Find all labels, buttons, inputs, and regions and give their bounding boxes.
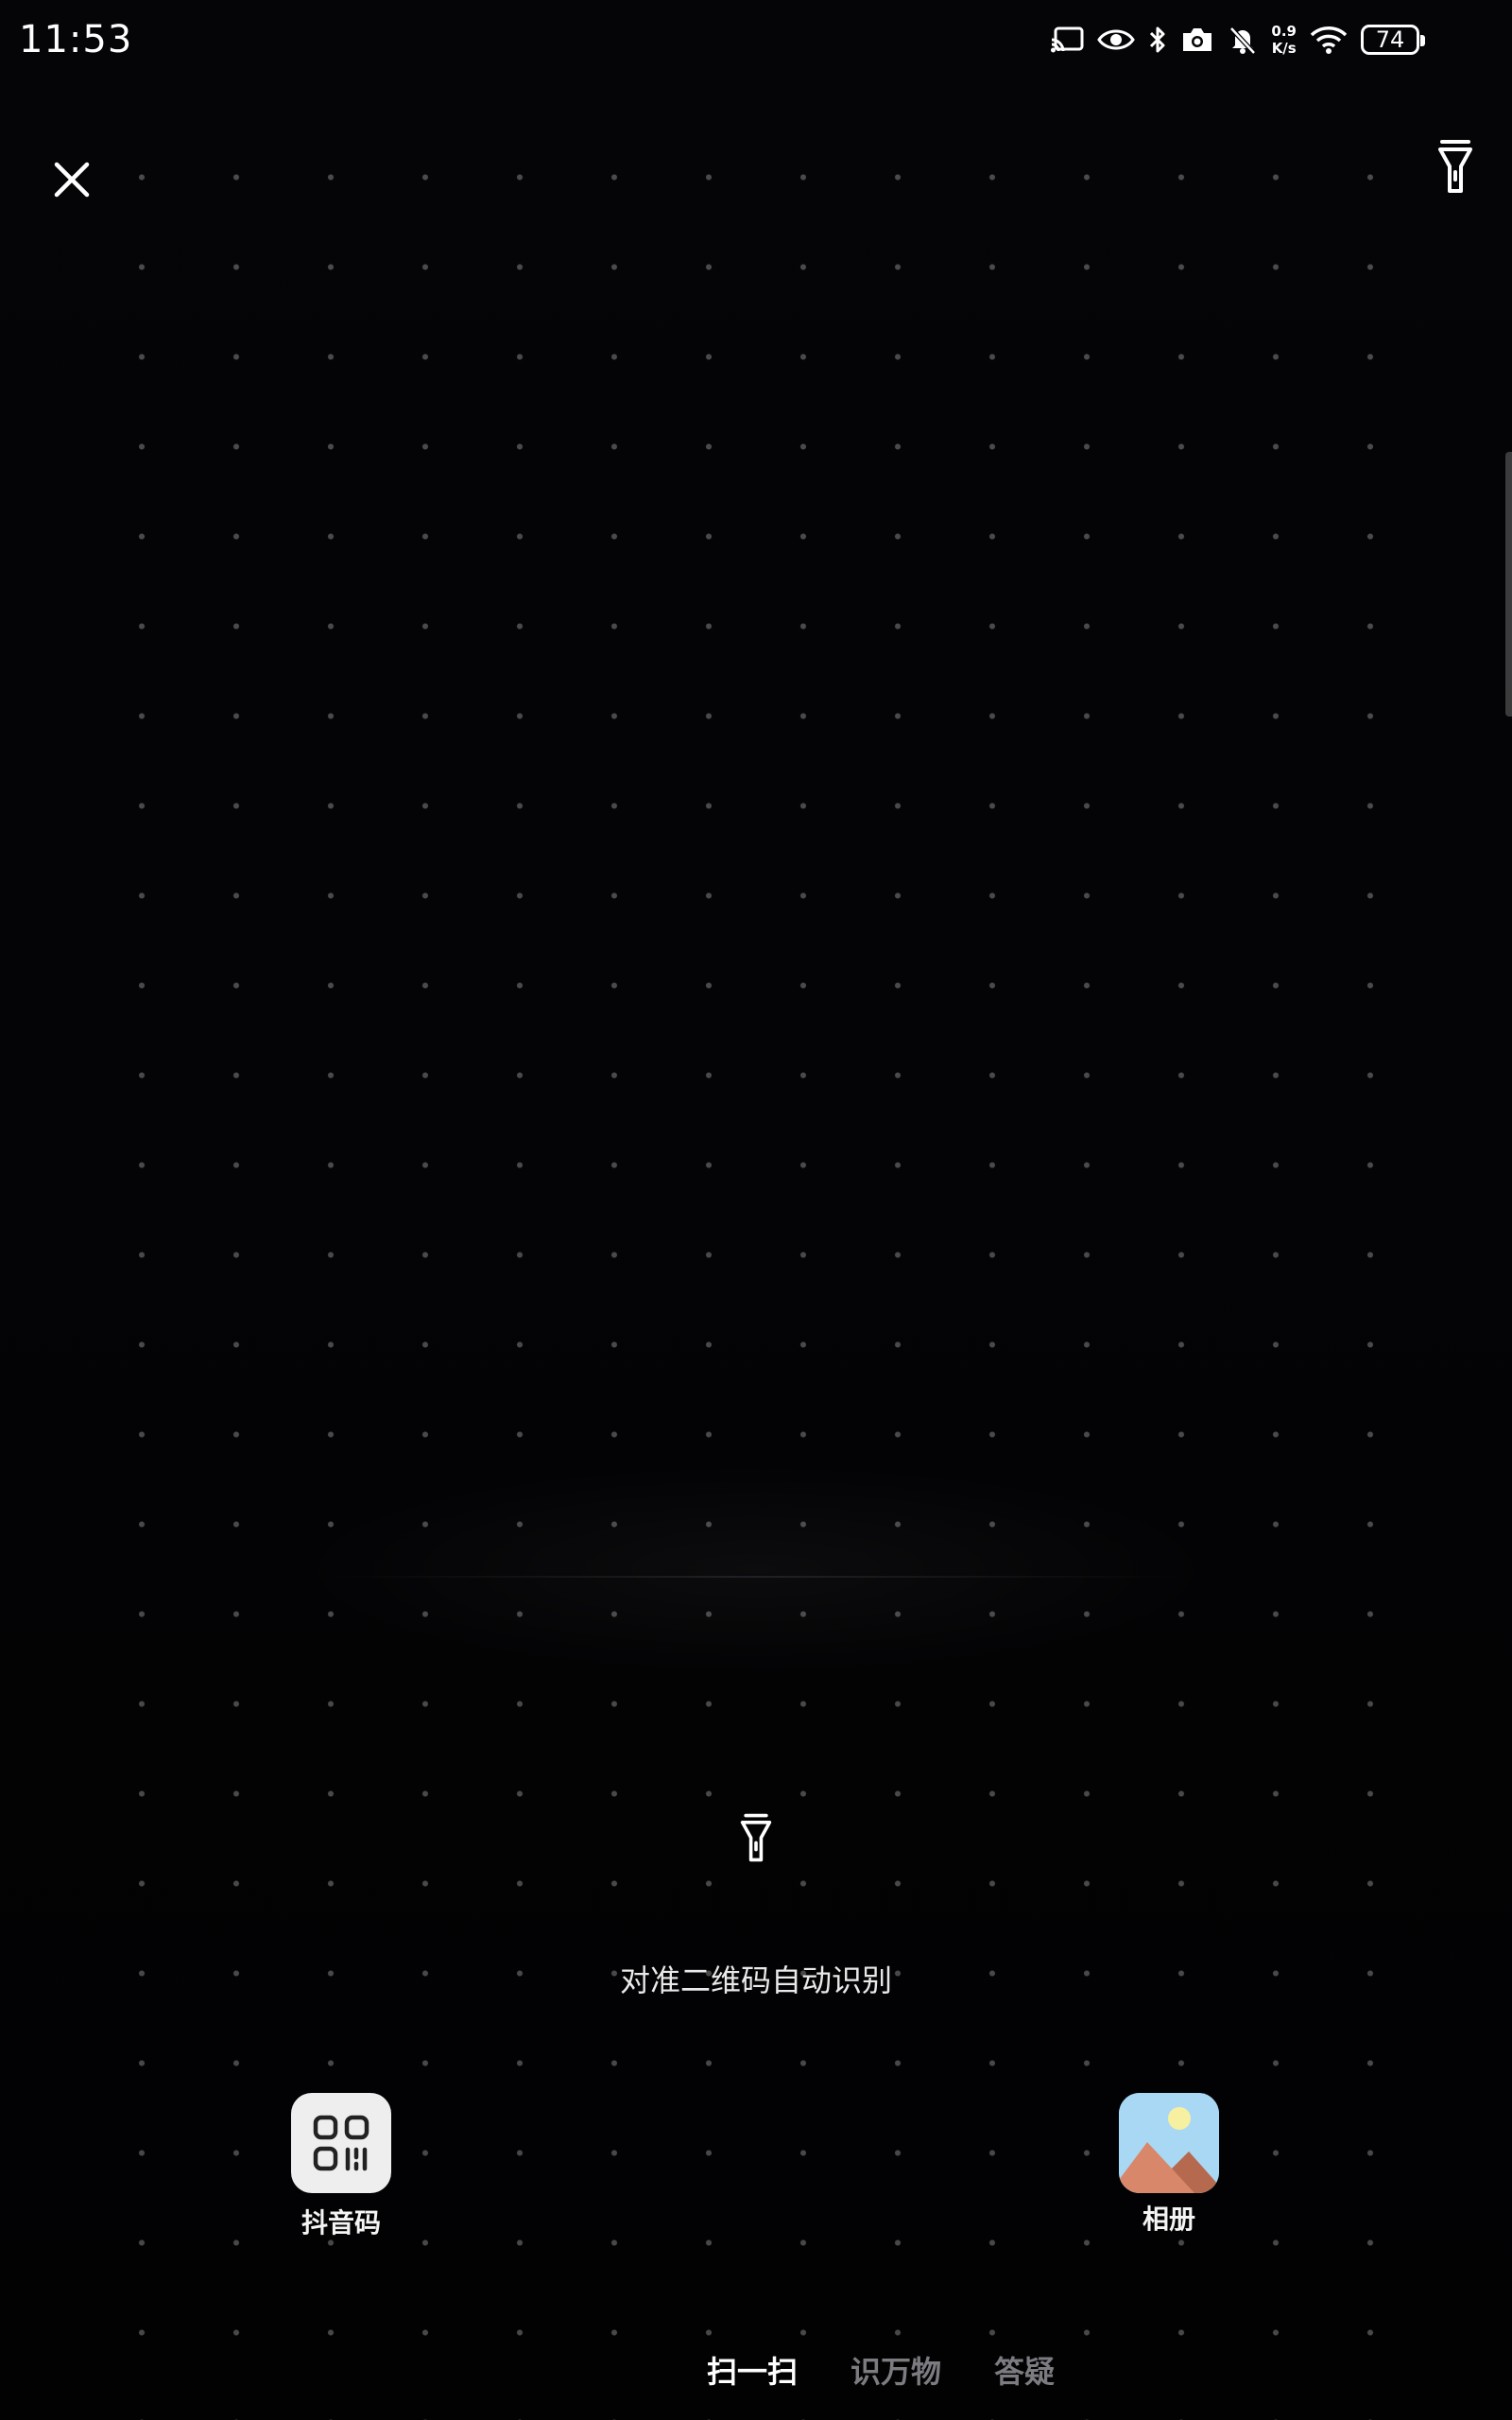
battery-level: 74 xyxy=(1375,26,1405,53)
album-button[interactable]: 相册 xyxy=(1074,2093,1263,2237)
flashlight-toggle-button[interactable] xyxy=(1427,132,1484,200)
wifi-icon xyxy=(1310,25,1348,55)
flashlight-icon xyxy=(1438,140,1472,193)
close-button[interactable] xyxy=(43,151,100,208)
cast-icon xyxy=(1050,25,1084,55)
status-bar: 11:53 0.9 K/s 74 xyxy=(0,0,1512,79)
scan-line xyxy=(321,1576,1191,1578)
network-speed-value: 0.9 xyxy=(1271,23,1297,40)
douyin-code-label: 抖音码 xyxy=(301,2207,381,2238)
network-speed-unit: K/s xyxy=(1271,40,1297,57)
edge-drag-handle[interactable] xyxy=(1505,452,1512,717)
tab-qa[interactable]: 答疑 xyxy=(994,2348,1055,2392)
camera-icon xyxy=(1180,26,1214,54)
tab-scan[interactable]: 扫一扫 xyxy=(707,2348,798,2392)
mode-tabs: 扫一扫 识万物 答疑 xyxy=(707,2348,1055,2392)
douyin-code-tile xyxy=(291,2093,391,2193)
qr-code-icon xyxy=(313,2115,369,2171)
flashlight-icon xyxy=(740,1813,772,1862)
status-time: 11:53 xyxy=(19,18,133,61)
close-icon xyxy=(54,162,90,198)
network-speed: 0.9 K/s xyxy=(1271,23,1297,57)
scan-dot-grid xyxy=(94,132,1418,2420)
album-label: 相册 xyxy=(1142,2204,1195,2235)
eye-icon xyxy=(1097,26,1136,53)
scanner-screen: 11:53 0.9 K/s 74 对准二维码自动识别 抖音码 相册 扫一扫 识万… xyxy=(0,0,1512,2420)
bell-off-icon xyxy=(1228,25,1258,55)
tab-recognize-objects[interactable]: 识万物 xyxy=(850,2348,941,2392)
photo-album-icon xyxy=(1119,2093,1219,2193)
album-tile xyxy=(1119,2093,1219,2193)
scan-hint: 对准二维码自动识别 xyxy=(619,1962,892,1998)
battery-icon: 74 xyxy=(1361,25,1425,55)
douyin-code-button[interactable]: 抖音码 xyxy=(247,2093,436,2240)
flashlight-center-button[interactable] xyxy=(728,1806,784,1870)
status-icons: 0.9 K/s 74 xyxy=(1050,23,1425,57)
bluetooth-icon xyxy=(1148,25,1167,55)
